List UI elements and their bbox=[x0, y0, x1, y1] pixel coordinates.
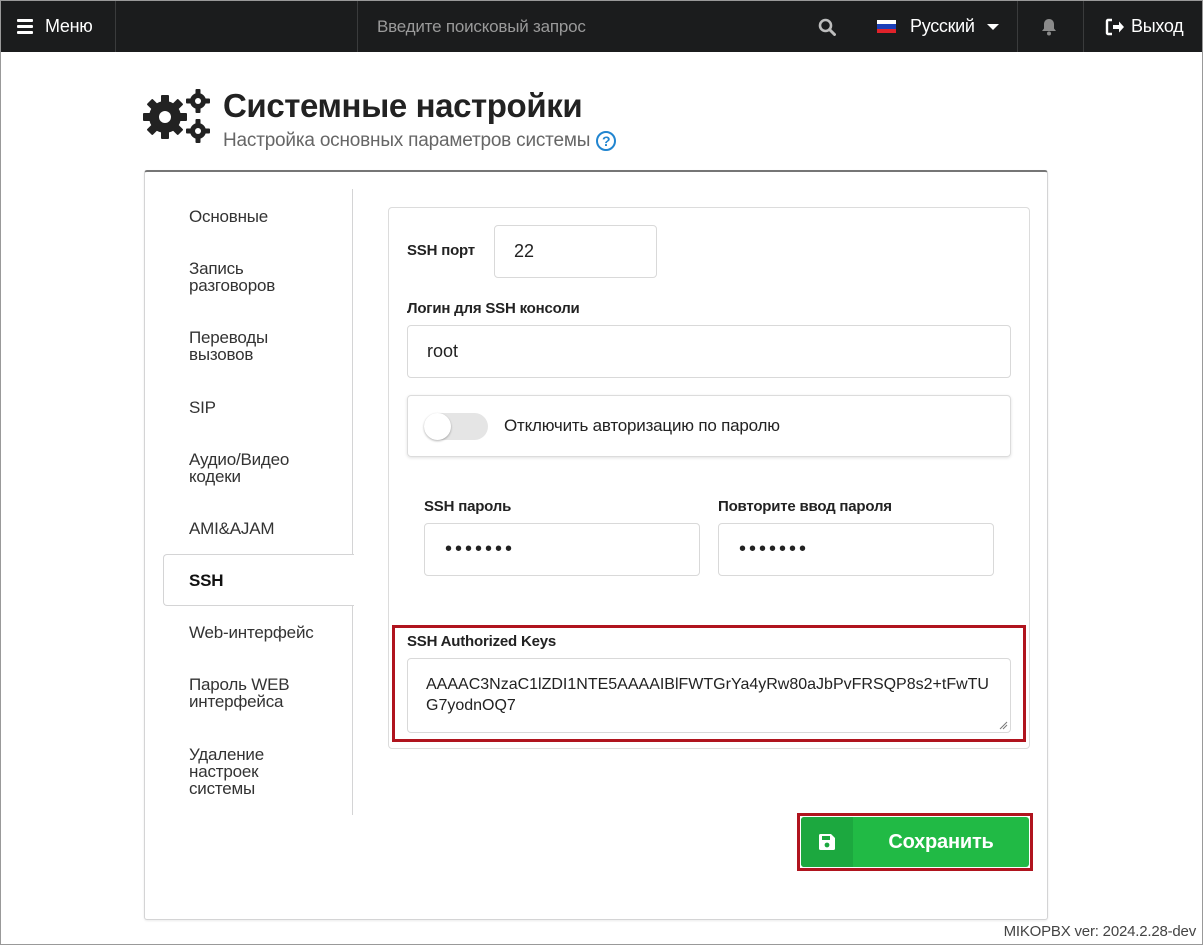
search-icon[interactable] bbox=[816, 1, 838, 52]
russia-flag-icon bbox=[877, 20, 896, 33]
logout-label: Выход bbox=[1131, 16, 1184, 36]
toggle-knob bbox=[424, 413, 451, 440]
sidebar-item-sip[interactable]: SIP bbox=[189, 399, 216, 416]
top-bar: Меню Введите поисковый запрос Русский Вы… bbox=[1, 1, 1202, 52]
page-subtitle-text: Настройка основных параметров системы bbox=[223, 130, 591, 151]
search-input[interactable]: Введите поисковый запрос bbox=[377, 1, 586, 52]
ssh-login-input[interactable]: root bbox=[407, 325, 1011, 378]
sidebar-item-ami-ajam[interactable]: AMI&AJAM bbox=[189, 520, 275, 537]
save-button[interactable]: Сохранить bbox=[801, 817, 1029, 867]
divider bbox=[357, 1, 358, 52]
disable-password-auth-box: Отключить авторизацию по паролю bbox=[407, 395, 1011, 457]
page-subtitle: Настройка основных параметров системы ? bbox=[223, 130, 617, 152]
disable-password-auth-label[interactable]: Отключить авторизацию по паролю bbox=[504, 416, 780, 436]
sidebar-item-web-interface[interactable]: Web-интерфейс bbox=[189, 624, 314, 641]
cogs-icon bbox=[141, 87, 215, 145]
ssh-password-input[interactable]: ••••••• bbox=[424, 523, 700, 576]
version-label: MIKOPBX ver: 2024.2.28-dev bbox=[1003, 923, 1197, 940]
disable-password-auth-toggle[interactable] bbox=[424, 413, 488, 440]
chevron-down-icon bbox=[986, 23, 999, 30]
bell-icon[interactable] bbox=[1039, 1, 1059, 52]
settings-sidebar: Основные Запись разговоров Переводы вызо… bbox=[163, 189, 354, 815]
sidebar-item-call-transfers[interactable]: Переводы вызовов bbox=[189, 329, 299, 363]
ssh-password-repeat-input[interactable]: ••••••• bbox=[718, 523, 994, 576]
logout-icon bbox=[1105, 18, 1124, 35]
resize-handle-icon[interactable] bbox=[998, 720, 1008, 730]
divider bbox=[115, 1, 116, 52]
authorized-keys-textarea[interactable]: AAAAC3NzaC1lZDI1NTE5AAAAIBlFWTGrYa4yRw80… bbox=[407, 658, 1011, 733]
language-dropdown[interactable]: Русский bbox=[877, 1, 999, 52]
sidebar-item-general[interactable]: Основные bbox=[189, 208, 268, 225]
logout-button[interactable]: Выход bbox=[1105, 1, 1184, 52]
help-icon[interactable]: ? bbox=[596, 131, 617, 151]
authorized-keys-value: AAAAC3NzaC1lZDI1NTE5AAAAIBlFWTGrYa4yRw80… bbox=[426, 676, 989, 714]
floppy-disk-icon bbox=[801, 817, 853, 867]
ssh-port-input[interactable]: 22 bbox=[494, 225, 657, 278]
sidebar-item-web-password[interactable]: Пароль WEB интерфейса bbox=[189, 676, 309, 710]
app-frame: Меню Введите поисковый запрос Русский Вы… bbox=[0, 0, 1203, 945]
menu-button[interactable]: Меню bbox=[1, 1, 115, 52]
sidebar-item-delete-settings[interactable]: Удаление настроек системы bbox=[189, 746, 289, 797]
ssh-password-label: SSH пароль bbox=[424, 498, 512, 515]
divider bbox=[1017, 1, 1018, 52]
authorized-keys-label: SSH Authorized Keys bbox=[407, 633, 557, 650]
divider bbox=[1083, 1, 1084, 52]
ssh-password-repeat-label: Повторите ввод пароля bbox=[718, 498, 892, 515]
ssh-login-label: Логин для SSH консоли bbox=[407, 300, 580, 317]
sidebar-item-codecs[interactable]: Аудио/Видео кодеки bbox=[189, 451, 329, 485]
sidebar-item-ssh[interactable]: SSH bbox=[163, 554, 354, 606]
menu-label: Меню bbox=[45, 16, 93, 36]
hamburger-icon bbox=[17, 16, 33, 37]
page-title: Системные настройки bbox=[223, 87, 583, 124]
language-label: Русский bbox=[910, 16, 975, 36]
sidebar-item-call-recording[interactable]: Запись разговоров bbox=[189, 260, 299, 294]
ssh-port-label: SSH порт bbox=[407, 242, 475, 259]
save-label: Сохранить bbox=[888, 830, 994, 853]
